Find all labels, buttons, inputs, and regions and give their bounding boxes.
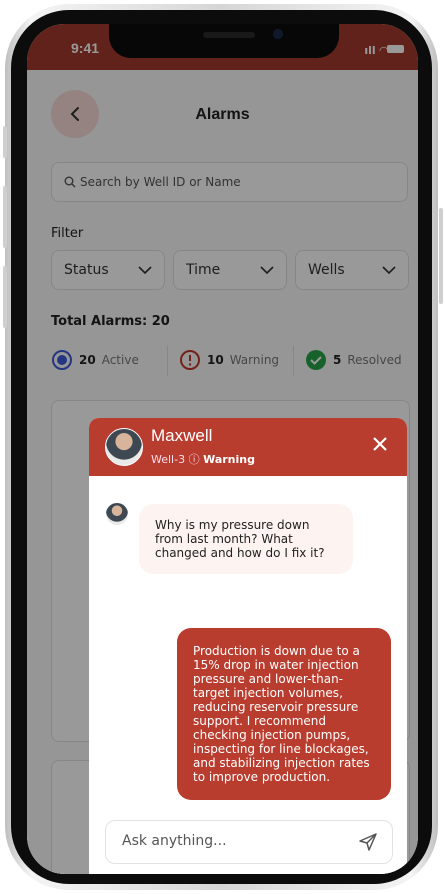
- chat-modal: Maxwell Well-3 ⓘ Warning Why is my press…: [89, 418, 407, 874]
- user-message: Why is my pressure down from last month?…: [139, 504, 353, 574]
- chat-input-placeholder: Ask anything...: [122, 833, 227, 849]
- chat-header: Maxwell Well-3 ⓘ Warning: [89, 418, 407, 476]
- send-icon: [359, 833, 377, 851]
- volume-up-button: [3, 186, 7, 248]
- warning-status: Warning: [203, 453, 255, 466]
- power-button: [439, 208, 443, 304]
- screen: 9:41 ıll ◠ Alarms Search by Well ID or N…: [27, 24, 418, 874]
- volume-down-button: [3, 266, 7, 328]
- mute-switch: [3, 126, 7, 158]
- close-button[interactable]: [373, 434, 387, 456]
- contact-name: Maxwell: [151, 426, 213, 445]
- close-icon: [373, 437, 387, 451]
- avatar: [105, 428, 143, 466]
- chat-input[interactable]: Ask anything...: [105, 820, 393, 864]
- contact-subtitle: Well-3 ⓘ Warning: [151, 451, 255, 467]
- info-icon: ⓘ: [188, 453, 200, 466]
- assistant-message: Production is down due to a 15% drop in …: [177, 628, 391, 800]
- well-id: Well-3: [151, 453, 186, 466]
- message-avatar: [105, 502, 129, 526]
- send-button[interactable]: [358, 832, 378, 856]
